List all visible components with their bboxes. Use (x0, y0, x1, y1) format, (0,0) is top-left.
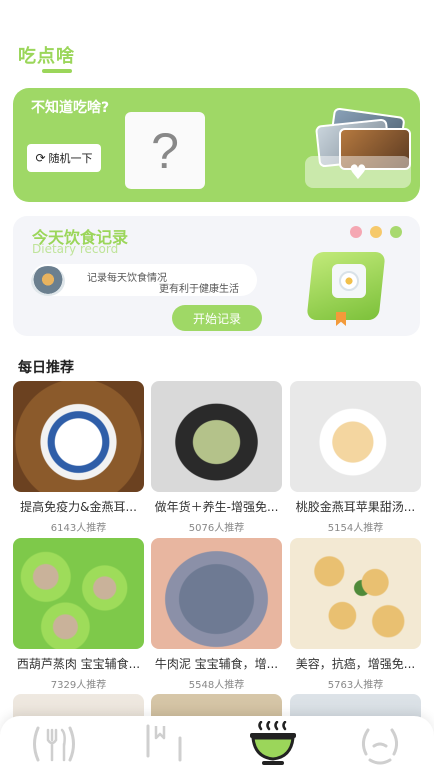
random-card-title: 不知道吃啥? (31, 100, 110, 116)
dot-pink (350, 226, 362, 238)
bubble-text-line2: 更有利于健康生活 (159, 284, 239, 295)
window-dots (350, 226, 402, 238)
food-photo-stack[interactable]: ♥ (305, 107, 411, 190)
heart-icon: ♥ (349, 160, 367, 184)
recommend-count: 5154人推荐 (327, 523, 384, 534)
recipe-card[interactable]: 西葫芦蒸肉 宝宝辅食... 7329人推荐 (13, 538, 144, 691)
recipe-book-illustration (306, 250, 388, 326)
recipe-card[interactable]: 桃胶金燕耳苹果甜汤... 5154人推荐 (290, 381, 421, 534)
fork-knife-icon (33, 726, 75, 762)
dot-green (390, 226, 402, 238)
recommend-count: 5763人推荐 (327, 680, 384, 691)
recipe-name: 西葫芦蒸肉 宝宝辅食... (16, 657, 141, 671)
bowl-icon (250, 721, 296, 765)
diet-record-card: 今天饮食记录 Dietary record 记录每天饮食情况 更有利于健康生活 … (13, 216, 420, 336)
recipe-image (151, 381, 282, 492)
random-button-label: 随机一下 (48, 152, 93, 165)
recipe-name: 做年货＋养生-增强免... (154, 500, 279, 514)
recommend-count: 6143人推荐 (50, 523, 107, 534)
title-underline (42, 69, 72, 73)
recipe-card[interactable]: 牛肉泥 宝宝辅食，增... 5548人推荐 (151, 538, 282, 691)
recipe-name: 提高免疫力&金燕耳... (20, 500, 137, 514)
refresh-icon: ⟳ (35, 151, 46, 165)
bubble-text-line1: 记录每天饮食情况 (87, 273, 167, 284)
recipe-image (13, 538, 144, 649)
tab-profile[interactable] (350, 720, 410, 768)
recipe-card[interactable]: 美容，抗癌，增强免... 5763人推荐 (290, 538, 421, 691)
recommend-count: 5548人推荐 (188, 680, 245, 691)
recipe-name: 美容，抗癌，增强免... (295, 657, 416, 671)
tab-dining[interactable] (24, 720, 84, 768)
diet-record-subtitle: Dietary record (32, 242, 119, 256)
recipe-card[interactable]: 提高免疫力&金燕耳... 6143人推荐 (13, 381, 144, 534)
random-button[interactable]: ⟳ 随机一下 (27, 144, 101, 172)
dot-yellow (370, 226, 382, 238)
random-result-placeholder: ? (125, 112, 205, 189)
page-header: 吃点啥 (18, 42, 75, 73)
start-record-button[interactable]: 开始记录 (172, 305, 262, 331)
recipe-image (290, 381, 421, 492)
recipe-name: 牛肉泥 宝宝辅食，增... (154, 657, 279, 671)
recipe-image (151, 538, 282, 649)
recipe-image (13, 381, 144, 492)
tab-eat[interactable] (243, 720, 303, 768)
plate-food (339, 271, 359, 291)
bookmark-ribbon (336, 312, 346, 326)
food-thumbnail (31, 266, 65, 296)
book-bookmark-icon (146, 724, 182, 762)
smile-face-icon (361, 728, 399, 765)
recommend-count: 7329人推荐 (50, 680, 107, 691)
recipe-card[interactable]: 做年货＋养生-增强免... 5076人推荐 (151, 381, 282, 534)
tab-records[interactable] (132, 720, 192, 768)
recommend-count: 5076人推荐 (188, 523, 245, 534)
random-pick-card: 不知道吃啥? ⟳ 随机一下 ? ♥ (13, 88, 420, 202)
bottom-tab-bar (0, 716, 434, 773)
page-title: 吃点啥 (18, 46, 75, 67)
recipe-name: 桃胶金燕耳苹果甜汤... (295, 500, 416, 514)
daily-recommend-title: 每日推荐 (18, 360, 74, 376)
recipe-image (290, 538, 421, 649)
